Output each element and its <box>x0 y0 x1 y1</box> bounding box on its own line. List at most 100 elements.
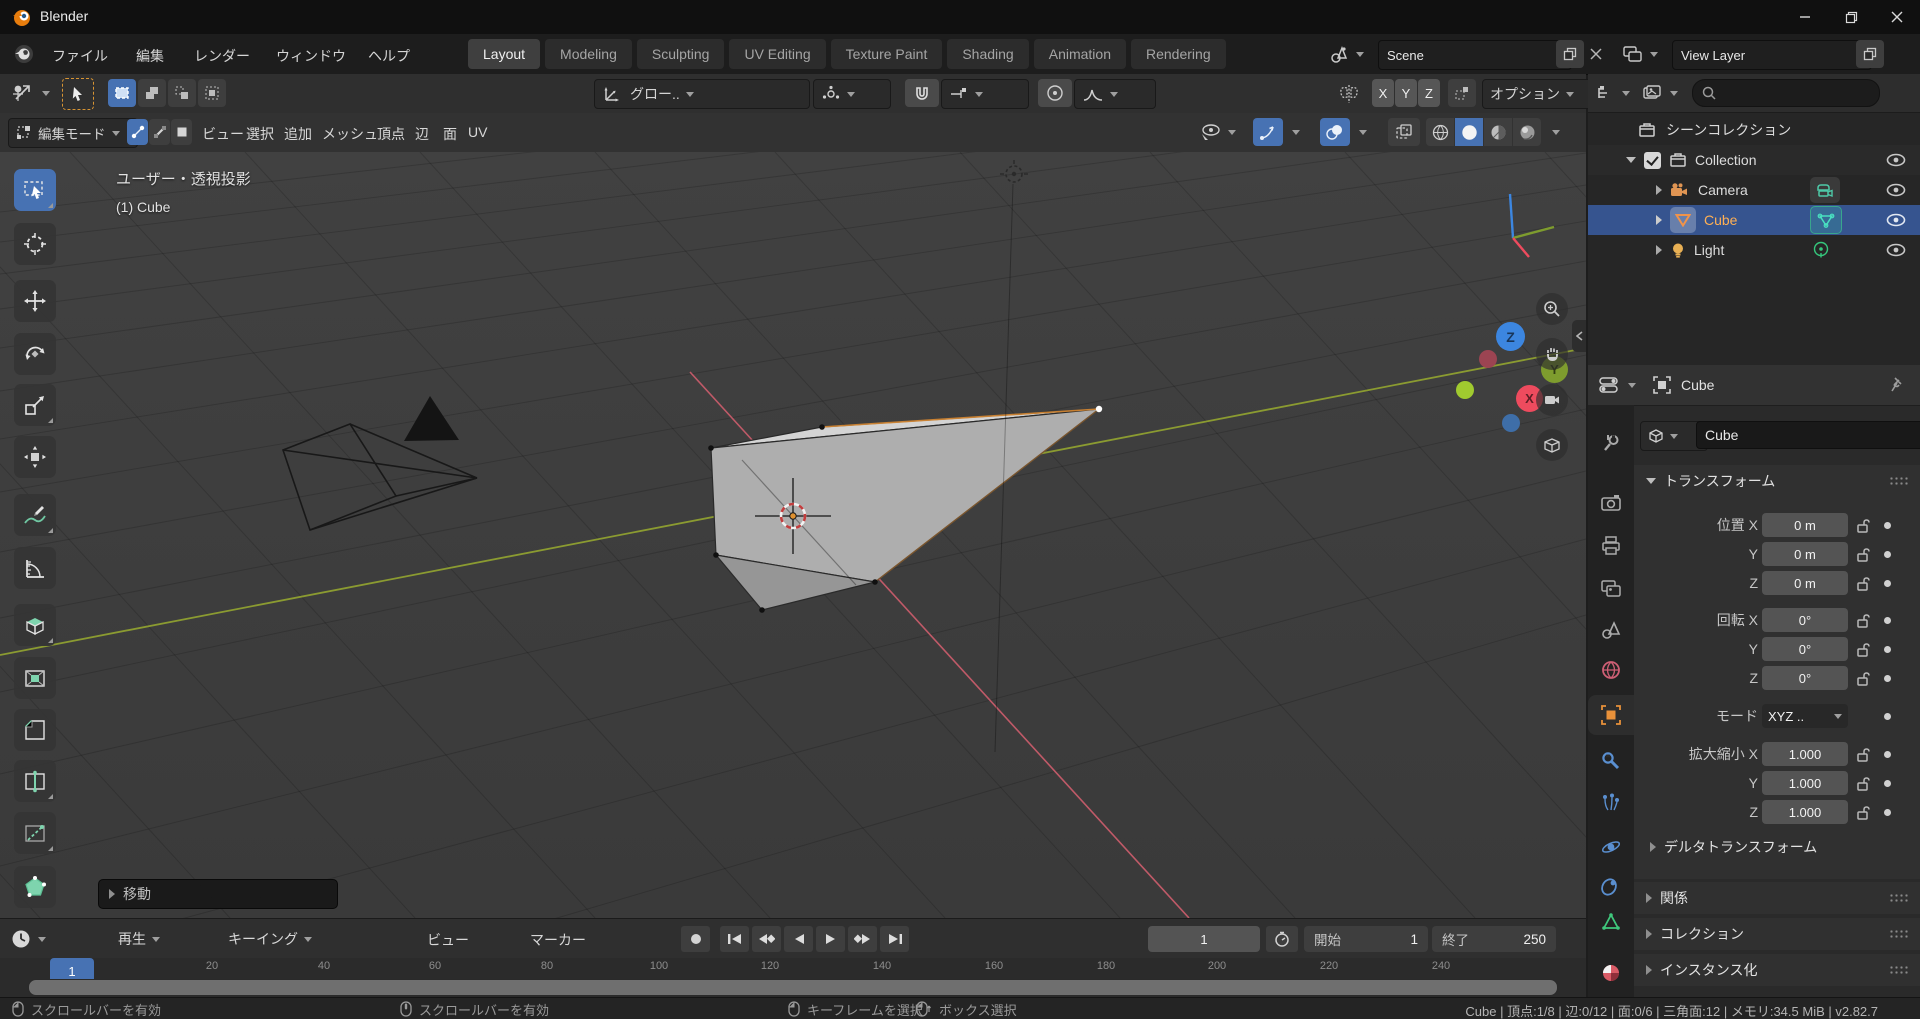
camera-view-button[interactable] <box>1536 384 1568 416</box>
unlink-scene-icon[interactable] <box>1590 40 1602 68</box>
zoom-view-button[interactable] <box>1536 293 1568 325</box>
tab-constraints[interactable] <box>1588 867 1634 907</box>
animate-dot[interactable] <box>1884 675 1891 682</box>
active-tool-icon[interactable] <box>10 79 50 107</box>
select-mode-new-button[interactable] <box>108 79 136 107</box>
tool-bevel[interactable] <box>14 709 56 751</box>
timeline-ruler[interactable]: 20 40 60 80 100 120 140 160 180 200 220 … <box>0 958 1586 997</box>
tab-uv-editing[interactable]: UV Editing <box>729 39 825 69</box>
viewport-menu-add[interactable]: 追加 <box>284 124 312 144</box>
menu-help[interactable]: ヘルプ <box>364 46 414 66</box>
blender-menu-icon[interactable] <box>12 42 36 66</box>
select-mode-extend-button[interactable] <box>138 79 166 107</box>
hide-eye-icon[interactable] <box>1886 243 1906 257</box>
lock-icon[interactable] <box>1856 576 1871 591</box>
mode-dropdown[interactable]: 編集モード <box>8 118 138 148</box>
tab-texture-paint[interactable]: Texture Paint <box>831 39 943 69</box>
animate-dot[interactable] <box>1884 809 1891 816</box>
rotation-y-field[interactable]: 0° <box>1762 637 1848 661</box>
panel-grip[interactable] <box>1889 476 1909 486</box>
operator-panel-move[interactable]: 移動 <box>98 879 338 909</box>
animate-dot[interactable] <box>1884 551 1891 558</box>
animate-dot[interactable] <box>1884 751 1891 758</box>
viewport-menu-select[interactable]: 選択 <box>246 124 274 144</box>
outliner-row-scene-collection[interactable]: シーンコレクション <box>1588 115 1920 145</box>
play-button[interactable] <box>816 926 845 952</box>
location-x-field[interactable]: 0 m <box>1762 513 1848 537</box>
animate-dot[interactable] <box>1884 780 1891 787</box>
next-keyframe-button[interactable] <box>848 926 877 952</box>
xray-toggle[interactable] <box>1388 118 1420 146</box>
tool-poly-build[interactable] <box>14 866 56 908</box>
tool-transform[interactable] <box>14 436 56 478</box>
viewport-menu-face[interactable]: 面 <box>443 124 457 144</box>
close-button[interactable] <box>1874 0 1920 34</box>
scale-x-field[interactable]: 1.000 <box>1762 742 1848 766</box>
animate-dot[interactable] <box>1884 580 1891 587</box>
move-view-button[interactable] <box>1536 338 1568 370</box>
shading-material-button[interactable] <box>1484 118 1512 146</box>
tool-extrude-region[interactable] <box>14 604 56 646</box>
viewport-menu-edge[interactable]: 辺 <box>415 124 429 144</box>
animate-dot[interactable] <box>1884 617 1891 624</box>
tab-view-layer[interactable] <box>1588 568 1634 608</box>
proportional-falloff-dropdown[interactable] <box>1074 79 1156 109</box>
instancing-panel-header[interactable]: インスタンス化 <box>1634 954 1920 986</box>
new-scene-button[interactable] <box>1556 40 1584 68</box>
lock-icon[interactable] <box>1856 747 1871 762</box>
use-preview-range-toggle[interactable] <box>1266 926 1298 952</box>
panel-grip[interactable] <box>1889 929 1909 939</box>
tool-select-box[interactable] <box>14 169 56 211</box>
show-overlays-toggle[interactable] <box>1320 118 1350 146</box>
hide-eye-icon[interactable] <box>1886 213 1906 227</box>
outliner-display-mode-dropdown[interactable] <box>1642 84 1678 102</box>
panel-grip[interactable] <box>1889 893 1909 903</box>
minimize-button[interactable] <box>1782 0 1828 34</box>
3d-viewport[interactable]: ユーザー・透視投影 (1) Cube <box>0 152 1586 918</box>
panel-grip[interactable] <box>1889 965 1909 975</box>
tool-annotate[interactable] <box>14 494 56 536</box>
expand-icon[interactable] <box>1656 185 1662 195</box>
collapse-icon[interactable] <box>1626 157 1636 163</box>
hide-eye-icon[interactable] <box>1886 153 1906 167</box>
tab-render[interactable] <box>1588 483 1634 523</box>
expand-icon[interactable] <box>1656 215 1662 225</box>
tab-output[interactable] <box>1588 526 1634 566</box>
viewport-menu-uv[interactable]: UV <box>468 124 487 140</box>
menu-render[interactable]: レンダー <box>190 46 254 66</box>
proportional-editing-toggle[interactable] <box>1038 79 1072 107</box>
viewport-menu-vertex[interactable]: 頂点 <box>377 124 405 144</box>
tab-shading[interactable]: Shading <box>947 39 1028 69</box>
delta-transform-panel-header[interactable]: デルタトランスフォーム <box>1650 831 1817 863</box>
shading-solid-button[interactable] <box>1455 118 1483 146</box>
options-dropdown[interactable]: オプション <box>1482 79 1596 109</box>
mirror-z-button[interactable]: Z <box>1418 79 1440 107</box>
relations-panel-header[interactable]: 関係 <box>1634 882 1920 914</box>
shading-dropdown[interactable] <box>1546 118 1560 146</box>
overlays-dropdown[interactable] <box>1353 118 1367 146</box>
pivot-point-dropdown[interactable] <box>813 79 891 109</box>
tool-rotate[interactable] <box>14 333 56 375</box>
animate-dot[interactable] <box>1884 522 1891 529</box>
mirror-y-button[interactable]: Y <box>1395 79 1417 107</box>
shading-wireframe-button[interactable] <box>1426 118 1454 146</box>
rotation-z-field[interactable]: 0° <box>1762 666 1848 690</box>
menu-edit[interactable]: 編集 <box>132 46 168 66</box>
transform-panel-header[interactable]: トランスフォーム <box>1634 465 1920 497</box>
tab-modeling[interactable]: Modeling <box>545 39 632 69</box>
frame-end-field[interactable]: 終了 250 <box>1432 926 1556 952</box>
mirror-x-button[interactable]: X <box>1372 79 1394 107</box>
tool-cursor[interactable] <box>14 223 56 265</box>
menu-window[interactable]: ウィンドウ <box>272 46 350 66</box>
shading-rendered-button[interactable] <box>1513 118 1541 146</box>
object-visibility-dropdown[interactable] <box>1198 118 1236 146</box>
tool-inset-faces[interactable] <box>14 657 56 699</box>
lock-icon[interactable] <box>1856 671 1871 686</box>
mesh-data-icon[interactable] <box>1810 206 1842 234</box>
properties-editor-dropdown[interactable] <box>1598 375 1636 395</box>
object-name-field[interactable]: Cube <box>1696 421 1920 449</box>
rotation-mode-dropdown[interactable]: XYZ .. <box>1762 704 1848 728</box>
tab-modifiers[interactable] <box>1588 741 1634 781</box>
transform-orientation-dropdown[interactable]: グロー.. <box>594 79 810 109</box>
outliner-row-cube[interactable]: Cube <box>1588 205 1920 235</box>
